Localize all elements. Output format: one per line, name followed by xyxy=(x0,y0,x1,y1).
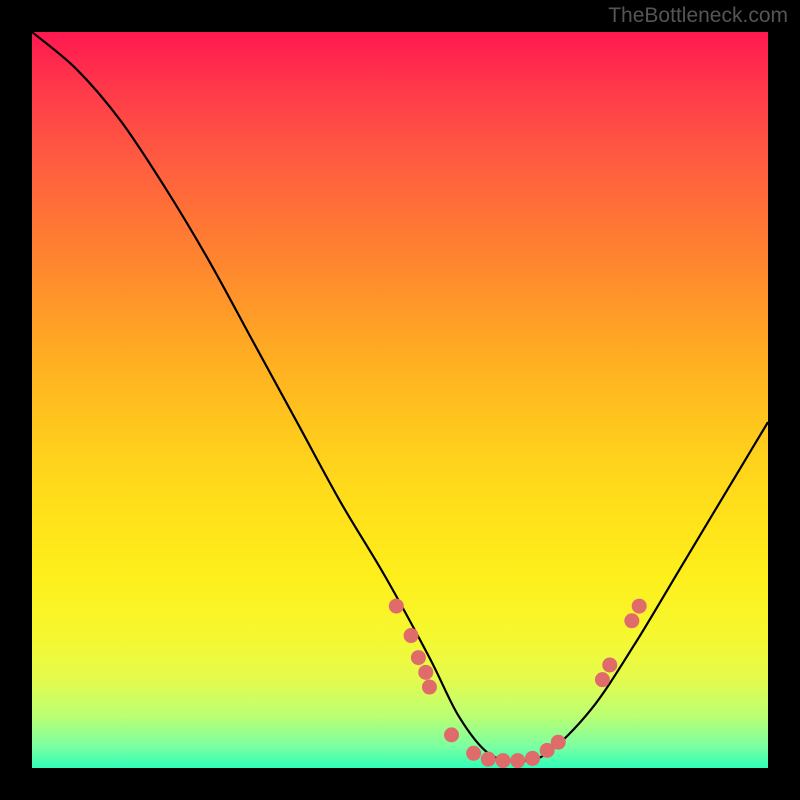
data-point-marker xyxy=(411,650,426,665)
data-point-marker xyxy=(389,599,404,614)
chart-svg xyxy=(32,32,768,768)
data-point-marker xyxy=(481,752,496,767)
watermark-text: TheBottleneck.com xyxy=(608,4,788,28)
bottleneck-curve-path xyxy=(32,32,768,761)
data-point-marker xyxy=(444,727,459,742)
data-point-marker xyxy=(624,613,639,628)
data-point-marker xyxy=(404,628,419,643)
data-point-marker xyxy=(595,672,610,687)
data-point-marker xyxy=(525,751,540,766)
data-point-marker xyxy=(510,753,525,768)
data-point-marker xyxy=(466,746,481,761)
data-point-marker xyxy=(496,753,511,768)
data-point-marker xyxy=(422,680,437,695)
chart-plot-area xyxy=(32,32,768,768)
data-point-marker xyxy=(418,665,433,680)
data-point-marker xyxy=(602,657,617,672)
data-point-marker xyxy=(632,599,647,614)
marker-group xyxy=(389,599,647,768)
data-point-marker xyxy=(551,735,566,750)
